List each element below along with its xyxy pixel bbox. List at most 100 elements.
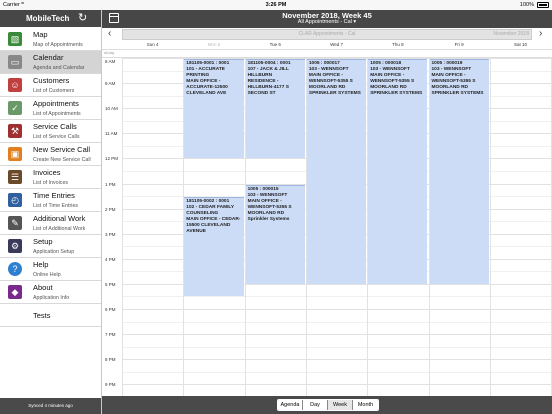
sidebar-item-setup[interactable]: ⚙ Setup Application Setup [0,235,101,258]
edit-icon: ✎ [8,216,22,230]
sidebar-item-label: Help [33,260,49,269]
sidebar: MobileTech ↻ ▧ Map Map of Appointments ▭ Cal… [0,10,102,414]
day-header[interactable]: Thu 8 [367,42,428,47]
status-time: 3:26 PM [265,2,287,8]
appointment-event[interactable]: 1005 : 000017 103 - WENNSOFT MAIN OFFICE… [306,59,367,284]
hour-label: 6 PM [105,307,116,312]
map-icon: ▧ [8,32,22,46]
customers-icon: ☺ [8,78,22,92]
half-hour-line [122,346,552,348]
view-week-button[interactable]: Week [328,400,353,410]
status-bar: Carrier ≈ 3:26 PM 100% [0,0,552,10]
gear-icon: ⚙ [8,239,22,253]
view-month-button[interactable]: Month [353,400,378,410]
battery-percent: 100% [519,2,534,8]
battery-icon [537,2,549,8]
day-header[interactable]: Mon 5 [183,42,244,47]
sidebar-item-time-entries[interactable]: ◴ Time Entries List of Time Entries [0,189,101,212]
appointment-filter[interactable]: All Appointments - Cal ▾ [102,19,552,25]
sidebar-item-subtitle: Create New Service Call [33,157,91,163]
sidebar-item-new-service-call[interactable]: ▣ New Service Call Create New Service Call [0,143,101,166]
appointment-event[interactable]: 181105-0004 : 0001 107 - JACK & JILL HIL… [245,59,305,159]
day-header[interactable]: Fri 9 [429,42,490,47]
invoice-icon: ☰ [8,170,22,184]
sidebar-item-tests[interactable]: Tests [0,304,101,327]
sidebar-item-customers[interactable]: ☺ Customers List of Customers [0,74,101,97]
half-hour-line [122,371,552,373]
sidebar-item-label: Tests [33,311,51,320]
hour-line [122,359,552,361]
hour-label: 5 PM [105,281,116,287]
calendar-banner: CLAR Appointments - Cal November 2018 [122,29,532,40]
sidebar-item-subtitle: Application Info [33,295,70,301]
sidebar-item-appointments[interactable]: ✓ Appointments List of Appointments [0,97,101,120]
sidebar-item-service-calls[interactable]: ⚒ Service Calls List of Service Calls [0,120,101,143]
hour-label: 8 AM [105,59,116,64]
appointments-icon: ✓ [8,101,22,115]
hour-label: 1 PM [105,181,116,187]
sidebar-item-label: Invoices [33,168,61,177]
view-day-button[interactable]: Day [303,400,328,410]
day-header[interactable]: Tue 6 [245,42,306,47]
calendar-header: November 2018, Week 45 All Appointments … [102,10,552,28]
day-header[interactable]: Wed 7 [306,42,367,47]
day-header[interactable]: Sat 10 [490,42,551,47]
half-hour-line [122,321,552,323]
truck-icon: ▣ [8,147,22,161]
sidebar-item-subtitle: List of Customers [33,88,75,94]
sidebar-item-label: New Service Call [33,145,91,154]
clock-icon: ◴ [8,193,22,207]
banner-month: November 2018 [493,31,529,37]
sidebar-item-about[interactable]: ◆ About Application Info [0,281,101,304]
sidebar-item-invoices[interactable]: ☰ Invoices List of Invoices [0,166,101,189]
sidebar-item-label: Appointments [33,99,79,108]
all-day-row: all-day [102,50,552,58]
refresh-icon[interactable]: ↻ [78,11,87,24]
sidebar-item-calendar[interactable]: ▭ Calendar Agenda and Calendar [0,51,101,74]
sidebar-item-label: Additional Work [33,214,86,223]
bottom-toolbar: Agenda Day Week Month [102,396,552,414]
day-column-divider [489,58,491,396]
sidebar-item-subtitle: Map of Appointments [33,42,83,48]
previous-week-chevron-icon[interactable]: ‹ [108,28,111,39]
hour-label: 3 PM [105,231,116,237]
sidebar-item-subtitle: Application Setup [33,249,75,255]
appointment-event[interactable]: 1005 : 000015 103 - WENNSOFT MAIN OFFICE… [245,184,305,284]
hour-label: 4 PM [105,256,116,262]
sidebar-item-label: Time Entries [33,191,75,200]
sidebar-item-label: About [33,283,53,292]
sidebar-item-subtitle: Online Help [33,272,61,278]
view-agenda-button[interactable]: Agenda [278,400,303,410]
sidebar-item-subtitle: List of Time Entries [33,203,79,209]
sidebar-item-subtitle: List of Appointments [33,111,81,117]
appointment-event[interactable]: 1005 : 000019 103 - WENNSOFT MAIN OFFICE… [429,59,489,284]
sidebar-item-subtitle: List of Invoices [33,180,69,186]
hour-line [122,384,552,386]
day-header[interactable]: Sun 4 [122,42,183,47]
day-headers: Sun 4 Mon 5 Tue 6 Wed 7 Thu 8 Fri 9 Sat 10 [102,41,552,50]
help-icon: ? [8,262,22,276]
next-week-chevron-icon[interactable]: › [539,28,542,39]
banner-text: CLAR Appointments - Cal [298,31,356,37]
sidebar-item-label: Map [33,30,48,39]
half-hour-line [122,296,552,298]
sidebar-item-label: Calendar [33,53,64,62]
day-column-divider [122,58,123,396]
app-title: MobileTech [26,14,70,23]
sidebar-item-map[interactable]: ▧ Map Map of Appointments [0,28,101,51]
appointment-event[interactable]: 181105-0002 : 0001 102 - CEDAR FAMILY CO… [184,197,244,297]
week-navigation: ‹ CLAR Appointments - Cal November 2018 … [102,28,552,41]
sidebar-item-help[interactable]: ? Help Online Help [0,258,101,281]
week-grid[interactable]: 8 AM 9 AM 10 AM 11 AM 12 PM 1 PM 2 PM 3 PM 4 PM 5… [102,58,552,396]
sidebar-item-additional-work[interactable]: ✎ Additional Work List of Additional Work [0,212,101,235]
hour-label: 9 PM [105,382,116,388]
hour-label: 2 PM [105,206,116,212]
hour-label: 10 AM [105,106,118,112]
sidebar-item-subtitle: List of Additional Work [33,226,86,232]
hour-label: 9 AM [105,81,116,87]
appointment-event[interactable]: 181105-0001 : 0001 101 - ACCURATE PRINTI… [184,59,244,159]
sidebar-header: MobileTech ↻ [0,10,101,27]
about-icon: ◆ [8,285,22,299]
appointment-event[interactable]: 1005 : 000018 103 - WENNSOFT MAIN OFFICE… [368,59,428,284]
calendar-icon: ▭ [8,55,22,69]
